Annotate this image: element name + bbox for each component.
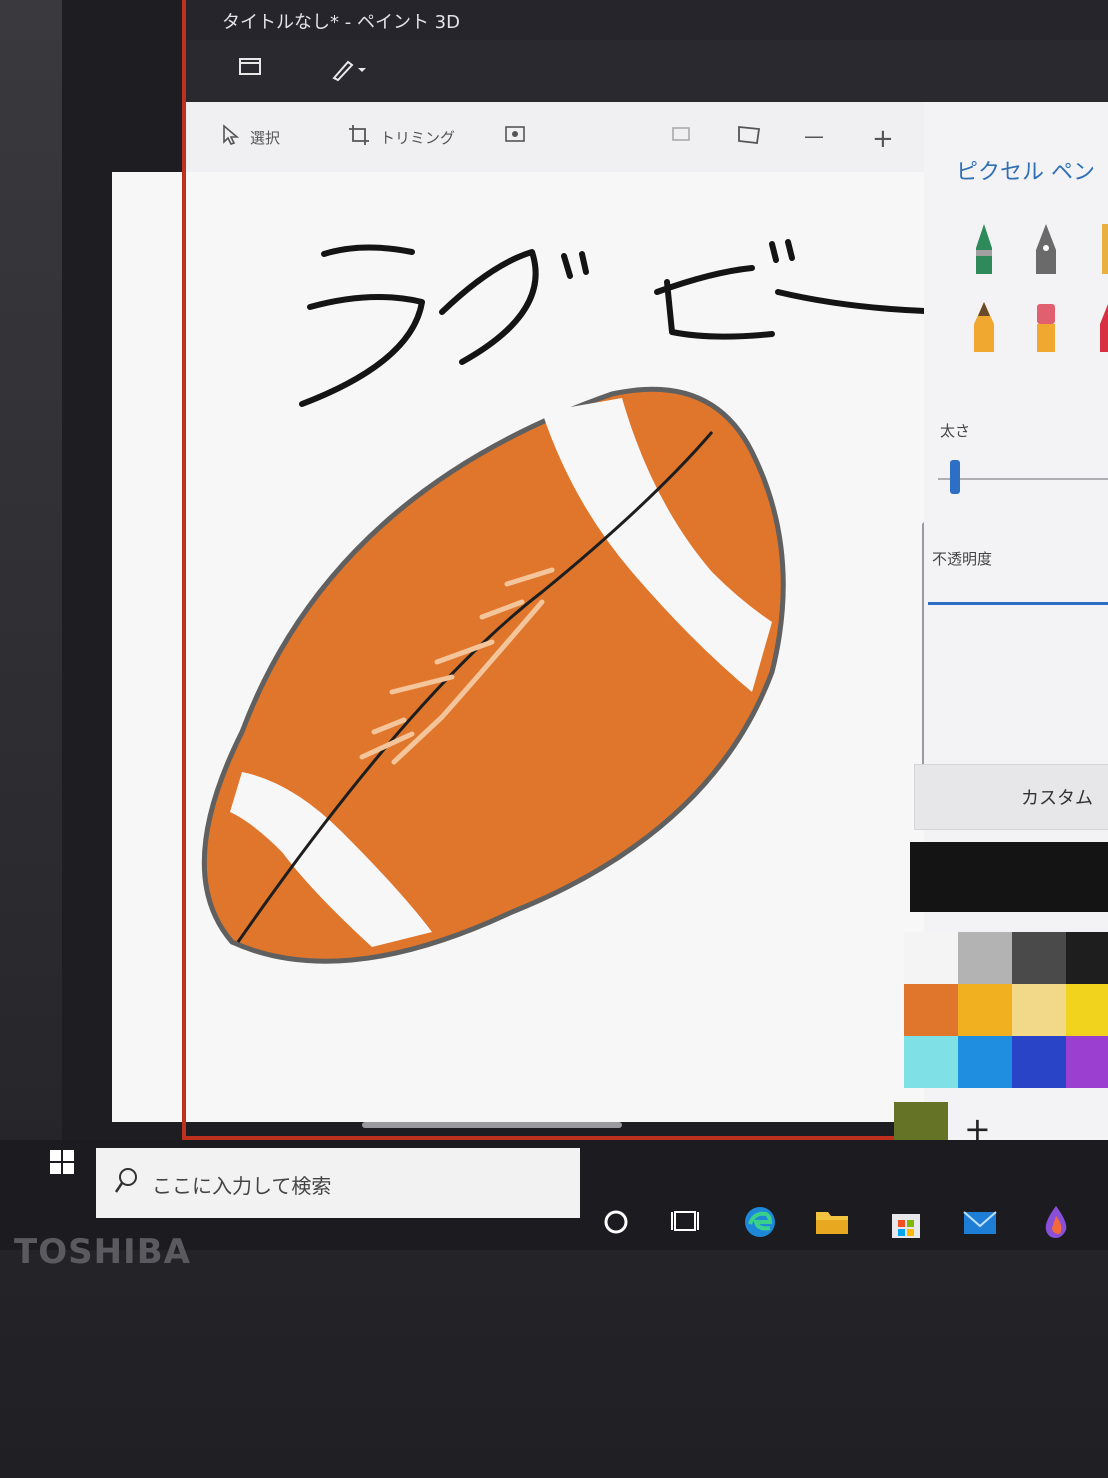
laptop-brand-logo: TOSHIBA	[14, 1232, 191, 1272]
eraser-tool[interactable]	[1026, 300, 1066, 360]
thickness-slider-track[interactable]	[938, 478, 1108, 480]
color-swatch[interactable]	[1012, 1036, 1066, 1088]
color-swatch[interactable]	[1066, 984, 1108, 1036]
brush-row-2	[964, 300, 1108, 360]
windows-start-icon[interactable]	[48, 1148, 78, 1178]
panel-title: ピクセル ペン	[956, 160, 1095, 185]
crayon-tool[interactable]	[1088, 300, 1108, 360]
search-icon	[114, 1166, 140, 1200]
marker-tool[interactable]	[964, 220, 1004, 280]
color-swatch[interactable]	[904, 1036, 958, 1088]
color-swatch[interactable]	[904, 984, 958, 1036]
color-swatch[interactable]	[958, 932, 1012, 984]
color-swatch[interactable]	[1012, 932, 1066, 984]
file-explorer-icon[interactable]	[812, 1202, 852, 1242]
microsoft-store-icon[interactable]	[886, 1202, 926, 1242]
calligraphy-pen-tool[interactable]	[1026, 220, 1066, 280]
search-placeholder: ここに入力して検索	[152, 1174, 332, 1198]
pencil-tool[interactable]	[964, 300, 1004, 360]
thickness-label: 太さ	[940, 422, 971, 440]
color-swatch[interactable]	[1066, 1036, 1108, 1088]
oil-brush-tool[interactable]	[1088, 220, 1108, 280]
color-palette	[904, 932, 1108, 1088]
mail-icon[interactable]	[960, 1202, 1000, 1242]
edge-browser-icon[interactable]	[740, 1202, 780, 1242]
brush-row-1	[964, 220, 1108, 280]
opacity-slider[interactable]	[928, 602, 1108, 605]
color-swatch[interactable]	[1066, 932, 1108, 984]
cortana-icon[interactable]	[596, 1202, 636, 1242]
opacity-label: 不透明度	[932, 550, 993, 568]
custom-color-button[interactable]: カスタム	[914, 764, 1108, 830]
color-swatch[interactable]	[904, 932, 958, 984]
color-swatch[interactable]	[1012, 984, 1066, 1036]
brush-panel: ピクセル ペン 太さ 不透明度 カスタム +	[894, 102, 1108, 1156]
color-swatch[interactable]	[958, 1036, 1012, 1088]
thickness-slider-thumb[interactable]	[950, 460, 960, 494]
task-view-icon[interactable]	[666, 1202, 706, 1242]
custom-label: カスタム	[1021, 788, 1093, 809]
taskbar-search[interactable]: ここに入力して検索	[96, 1148, 580, 1218]
color-swatch[interactable]	[958, 984, 1012, 1036]
paint-3d-icon[interactable]	[1036, 1202, 1076, 1242]
selected-color-preview	[910, 842, 1108, 912]
